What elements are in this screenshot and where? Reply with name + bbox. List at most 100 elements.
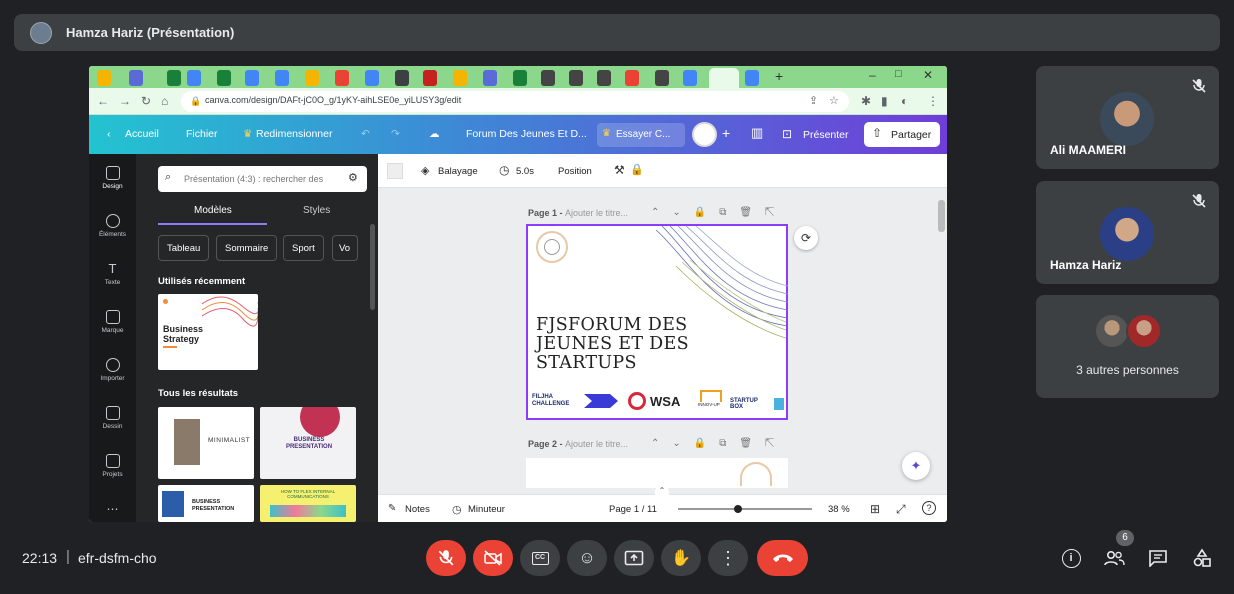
more-options-button[interactable]: ⋮: [708, 540, 748, 576]
tab-favicon[interactable]: [167, 70, 181, 86]
tab-favicon[interactable]: [655, 70, 669, 86]
result-template-thumb[interactable]: BUSINESS PRESENTATION: [260, 407, 356, 479]
tab-favicon[interactable]: [453, 70, 467, 86]
page-2-actions[interactable]: ⌃⌄🔒⧉🗑⇱: [651, 438, 787, 449]
resize-button[interactable]: Redimensionner: [256, 128, 332, 140]
tab-templates[interactable]: Modèles: [194, 205, 232, 216]
minimize-icon[interactable]: –: [869, 68, 876, 82]
editor-scrollbar[interactable]: [938, 200, 945, 232]
participant-tile[interactable]: Ali MAAMERI: [1036, 66, 1219, 169]
others-tile[interactable]: 3 autres personnes: [1036, 295, 1219, 398]
share-page-icon[interactable]: ⇪: [809, 94, 818, 107]
close-window-icon[interactable]: ✕: [923, 68, 933, 82]
present-now-button[interactable]: [614, 540, 654, 576]
mic-toggle-button[interactable]: [426, 540, 466, 576]
tab-favicon[interactable]: [541, 70, 555, 86]
profile-icon[interactable]: ◐: [901, 95, 908, 107]
tab-favicon[interactable]: [625, 70, 639, 86]
leave-call-button[interactable]: [757, 540, 808, 576]
url-field[interactable]: 🔒 canva.com/design/DAFt-jC0O_g/1yKY-aihL…: [181, 91, 849, 112]
camera-toggle-button[interactable]: [473, 540, 513, 576]
zoom-slider-knob[interactable]: [733, 505, 742, 513]
page-2-label[interactable]: Page 2 - Ajouter le titre...: [528, 439, 628, 449]
help-icon[interactable]: ?: [922, 501, 936, 515]
insights-icon[interactable]: ▥: [751, 125, 763, 141]
tab-favicon[interactable]: [187, 70, 201, 86]
bookmark-star-icon[interactable]: ☆: [829, 94, 839, 107]
result-template-thumb[interactable]: BUSINESS PRESENTATION: [158, 485, 254, 522]
regenerate-icon[interactable]: ⟳: [794, 226, 818, 250]
tab-favicon[interactable]: [745, 70, 759, 86]
tab-favicon[interactable]: [129, 70, 143, 86]
grid-view-icon[interactable]: ⊞: [870, 502, 880, 516]
slide-page-2[interactable]: [526, 458, 788, 488]
template-search-input[interactable]: ⌕ Présentation (4:3) : rechercher des ⚙: [158, 166, 367, 192]
back-icon[interactable]: ←: [97, 95, 109, 107]
active-tab[interactable]: [709, 68, 739, 88]
home-link[interactable]: Accueil: [125, 128, 159, 140]
share-button[interactable]: ⇧ Partager: [864, 122, 940, 147]
chip-sport[interactable]: Sport: [283, 235, 324, 261]
rail-item-brand[interactable]: Marque: [89, 310, 136, 334]
page-1-actions[interactable]: ⌃⌄🔒⧉🗑⇱: [651, 207, 787, 218]
reload-icon[interactable]: ↻: [141, 95, 151, 107]
lock-icon[interactable]: 🔒: [630, 163, 644, 176]
try-button[interactable]: ♛ Essayer C...: [597, 123, 685, 147]
present-button[interactable]: ⊡ Présenter: [776, 123, 856, 147]
chat-button[interactable]: [1146, 546, 1170, 570]
zoom-slider[interactable]: [678, 505, 812, 513]
tab-favicon[interactable]: [423, 70, 437, 86]
position-button[interactable]: Position: [558, 166, 592, 177]
tab-favicon[interactable]: [569, 70, 583, 86]
redo-icon[interactable]: ↷: [391, 128, 400, 140]
rail-item-projects[interactable]: Projets: [89, 454, 136, 478]
tab-favicon[interactable]: [395, 70, 409, 86]
rail-item-elements[interactable]: Éléments: [89, 214, 136, 238]
timer-button[interactable]: Minuteur: [468, 504, 505, 515]
rail-item-draw[interactable]: Dessin: [89, 406, 136, 430]
cloud-save-icon[interactable]: ☁: [429, 128, 440, 140]
people-button[interactable]: [1102, 546, 1126, 570]
new-tab-icon[interactable]: +: [775, 68, 783, 84]
meeting-info-button[interactable]: i: [1059, 546, 1083, 570]
tab-favicon[interactable]: [275, 70, 289, 86]
apps-grid-icon[interactable]: ⋯: [89, 502, 136, 516]
add-collaborator-icon[interactable]: +: [722, 125, 730, 141]
tab-favicon[interactable]: [597, 70, 611, 86]
tab-favicon[interactable]: [513, 70, 527, 86]
raise-hand-button[interactable]: ✋: [661, 540, 701, 576]
chevron-left-icon[interactable]: ‹: [107, 128, 111, 140]
chip-tableau[interactable]: Tableau: [158, 235, 210, 261]
tab-favicon[interactable]: [217, 70, 231, 86]
browser-menu-icon[interactable]: ⋮: [927, 95, 939, 107]
tab-styles[interactable]: Styles: [303, 205, 330, 216]
result-template-thumb[interactable]: HOW TO FLEX INTERNAL COMMUNICATIONS: [260, 485, 356, 522]
rail-item-text[interactable]: T Texte: [89, 262, 136, 287]
home-icon[interactable]: ⌂: [161, 95, 168, 107]
zoom-level[interactable]: 38 %: [828, 504, 850, 515]
forward-icon[interactable]: →: [119, 95, 131, 107]
tab-favicon[interactable]: [483, 70, 497, 86]
page-1-label[interactable]: Page 1 - Ajouter le titre...: [528, 208, 628, 218]
paint-roller-icon[interactable]: ⚒: [614, 163, 625, 177]
tab-favicon[interactable]: [305, 70, 319, 86]
notes-button[interactable]: Notes: [405, 504, 430, 515]
maximize-icon[interactable]: □: [895, 68, 902, 80]
sidepanel-icon[interactable]: ▮: [881, 95, 888, 107]
chip-vo[interactable]: Vo: [332, 235, 358, 261]
captions-button[interactable]: CC: [520, 540, 560, 576]
emoji-reaction-button[interactable]: ☺: [567, 540, 607, 576]
magic-assistant-icon[interactable]: ✦: [902, 452, 930, 480]
fullscreen-icon[interactable]: ⤢: [896, 502, 906, 517]
duration-button[interactable]: 5.0s: [516, 166, 534, 177]
document-title[interactable]: Forum Des Jeunes Et D...: [466, 128, 587, 140]
extensions-icon[interactable]: ✱: [861, 95, 871, 107]
result-template-thumb[interactable]: MINIMALIST: [158, 407, 254, 479]
activities-button[interactable]: [1190, 546, 1214, 570]
tab-favicon[interactable]: [365, 70, 379, 86]
filter-icon[interactable]: ⚙: [348, 171, 358, 184]
chip-sommaire[interactable]: Sommaire: [216, 235, 278, 261]
rail-item-design[interactable]: Design: [89, 166, 136, 190]
tab-favicon[interactable]: [335, 70, 349, 86]
page-indicator[interactable]: Page 1 / 11: [609, 504, 657, 515]
